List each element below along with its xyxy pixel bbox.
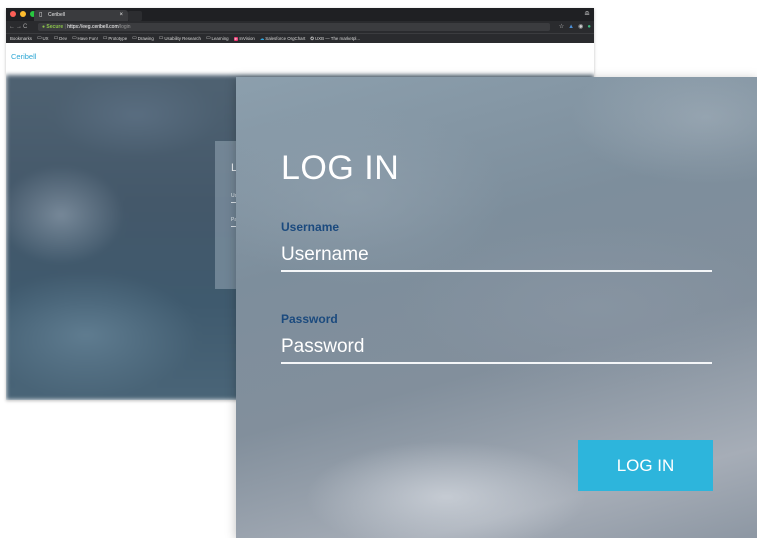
- password-label: Password: [281, 312, 338, 326]
- login-title: LOG IN: [281, 149, 400, 187]
- navigation-controls: ←→C: [9, 21, 28, 33]
- reload-icon[interactable]: C: [23, 24, 28, 30]
- folder-icon: ▭: [53, 36, 59, 41]
- username-input[interactable]: [281, 240, 712, 272]
- browser-tab[interactable]: ▯ Ceribell ×: [34, 10, 128, 21]
- extension-icon[interactable]: ▲: [568, 21, 574, 33]
- bookmark-link[interactable]: ✪ UXB — The marketpl...: [310, 36, 360, 42]
- tab-title: Ceribell: [48, 12, 65, 18]
- bookmark-label: Learning: [211, 36, 229, 41]
- url-field[interactable]: ● Secure | https://eeg.ceribell.com/logi…: [38, 23, 550, 31]
- url-host: eeg.ceribell.com: [82, 24, 119, 30]
- login-button[interactable]: LOG IN: [578, 440, 713, 491]
- browser-titlebar: ▯ Ceribell × ≘: [6, 8, 594, 21]
- bookmark-label: Dev: [59, 36, 67, 41]
- bookmark-folder[interactable]: ▭ UX: [37, 36, 49, 41]
- bookmark-folder[interactable]: ▭ Usability Research: [159, 36, 201, 41]
- url-path: /login: [118, 24, 131, 30]
- new-tab-button[interactable]: [128, 11, 142, 21]
- bookmarks-bar: Bookmarks ▭ UX ▭ Dev ▭ Have Fun! ▭ Prototype…: [6, 33, 594, 43]
- username-label: Username: [281, 220, 340, 234]
- bookmark-label: Usability Research: [164, 36, 201, 41]
- extension-icons: ☆ ▲ ◉ ●: [559, 21, 591, 33]
- window-controls: [10, 11, 36, 17]
- bookmark-folder[interactable]: ▭ Prototype: [103, 36, 127, 41]
- bookmark-label: Prototype: [108, 36, 128, 41]
- bookmark-label: Salesforce OrgChart: [265, 36, 306, 41]
- bookmark-label: UXB — The marketpl...: [314, 36, 361, 41]
- bookmark-link[interactable]: in InVision: [233, 36, 255, 41]
- forward-icon[interactable]: →: [16, 24, 23, 30]
- close-window-button[interactable]: [10, 11, 16, 17]
- page-icon: ▯: [39, 12, 43, 18]
- bookmark-label: Drawing: [137, 36, 154, 41]
- bookmark-folder[interactable]: ▭ Drawing: [132, 36, 154, 41]
- bookmark-label: InVision: [239, 36, 255, 41]
- bookmark-label: UX: [42, 36, 49, 41]
- bookmark-label: Have Fun!: [77, 36, 98, 41]
- salesforce-icon: ☁: [259, 35, 265, 41]
- folder-icon: ▭: [36, 36, 42, 41]
- bookmark-folder[interactable]: ▭ Learning: [206, 36, 229, 41]
- extension-icon[interactable]: ●: [587, 21, 591, 33]
- shield-icon[interactable]: ◉: [578, 21, 583, 33]
- profile-icon[interactable]: ≘: [584, 10, 590, 18]
- login-panel: LOG IN Username Password LOG IN: [236, 77, 757, 538]
- invision-icon: in: [233, 36, 239, 41]
- folder-icon: ▭: [132, 36, 137, 41]
- secure-label: Secure: [46, 24, 64, 30]
- tab-close-icon[interactable]: ×: [119, 10, 123, 21]
- bookmark-link[interactable]: ☁ Salesforce OrgChart: [260, 36, 305, 42]
- uxb-icon: ✪: [310, 35, 314, 41]
- folder-icon: ▭: [102, 36, 108, 41]
- star-icon[interactable]: ☆: [559, 21, 564, 33]
- address-bar: ←→C ● Secure | https://eeg.ceribell.com/…: [6, 21, 594, 33]
- url-scheme: https://: [67, 24, 83, 30]
- brand-logo[interactable]: Ceribell: [11, 52, 36, 61]
- bookmark-apps[interactable]: Bookmarks: [10, 36, 32, 41]
- bookmark-label: Bookmarks: [10, 36, 32, 41]
- folder-icon: ▭: [71, 36, 77, 41]
- bookmark-folder[interactable]: ▭ Dev: [54, 36, 67, 41]
- lock-icon: ●: [42, 24, 46, 30]
- folder-icon: ▭: [205, 36, 211, 41]
- site-header: Ceribell: [6, 43, 594, 75]
- bookmark-folder[interactable]: ▭ Have Fun!: [72, 36, 98, 41]
- password-input[interactable]: [281, 332, 712, 364]
- minimize-window-button[interactable]: [20, 11, 26, 17]
- folder-icon: ▭: [158, 36, 164, 41]
- back-icon[interactable]: ←: [9, 24, 16, 30]
